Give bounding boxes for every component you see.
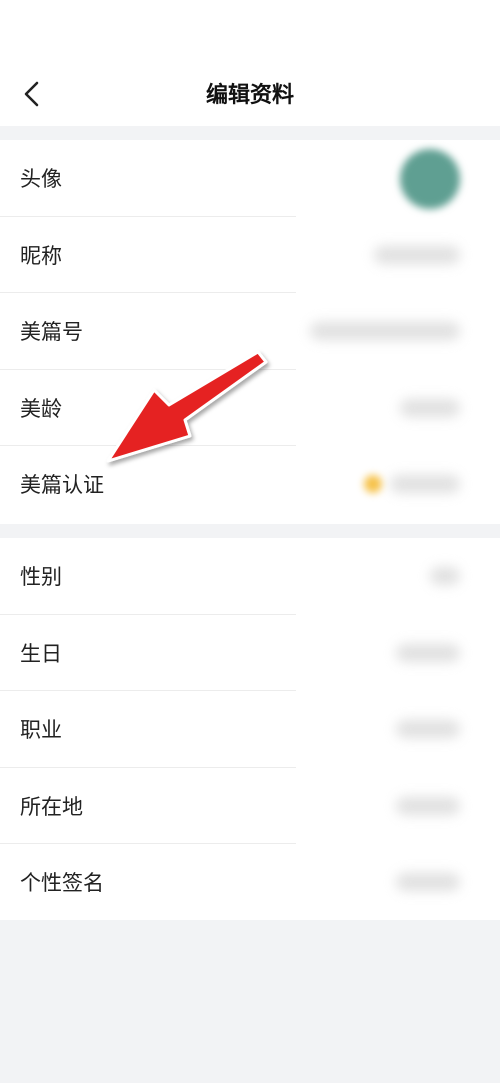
row-occupation[interactable]: 职业 (0, 691, 500, 768)
row-meipian-age[interactable]: 美龄 (0, 370, 500, 446)
nav-bar: 编辑资料 (0, 60, 500, 126)
row-label-nickname: 昵称 (20, 243, 62, 268)
page-title: 编辑资料 (205, 83, 294, 108)
row-nickname[interactable]: 昵称 (0, 217, 500, 293)
row-meipian-certification[interactable]: 美篇认证 (0, 446, 500, 523)
row-meipian-id[interactable]: 美篇号 (0, 293, 500, 370)
profile-group-personal: 性别 生日 职业 所在地 个性签名 (0, 538, 500, 920)
row-label-avatar: 头像 (20, 167, 62, 191)
chevron-left-icon (24, 81, 39, 107)
status-bar (0, 0, 500, 60)
row-label-meipian-age: 美龄 (20, 396, 62, 421)
row-label-occupation: 职业 (20, 718, 62, 742)
certification-value-blurred (390, 475, 460, 493)
row-gender[interactable]: 性别 (0, 538, 500, 615)
row-label-meipian-certification: 美篇认证 (20, 473, 104, 497)
certification-badge-icon (364, 475, 382, 493)
row-label-location: 所在地 (20, 794, 83, 819)
meipian-age-value-blurred (400, 398, 460, 417)
meipian-id-value-blurred (310, 322, 460, 340)
birthday-value-blurred (396, 643, 460, 662)
row-label-birthday: 生日 (20, 641, 62, 666)
back-button[interactable] (12, 74, 52, 114)
row-birthday[interactable]: 生日 (0, 615, 500, 691)
gender-value-blurred (430, 567, 460, 585)
nickname-value-blurred (374, 245, 460, 264)
row-location[interactable]: 所在地 (0, 768, 500, 844)
row-label-gender: 性别 (20, 565, 62, 589)
row-signature[interactable]: 个性签名 (0, 844, 500, 921)
profile-group-basic: 头像 昵称 美篇号 美龄 美篇认证 (0, 140, 500, 524)
row-avatar[interactable]: 头像 (0, 140, 500, 217)
row-label-meipian-id: 美篇号 (20, 320, 83, 344)
occupation-value-blurred (396, 720, 460, 738)
signature-value-blurred (396, 873, 460, 891)
avatar (400, 149, 460, 209)
row-label-signature: 个性签名 (20, 871, 104, 895)
location-value-blurred (396, 796, 460, 815)
